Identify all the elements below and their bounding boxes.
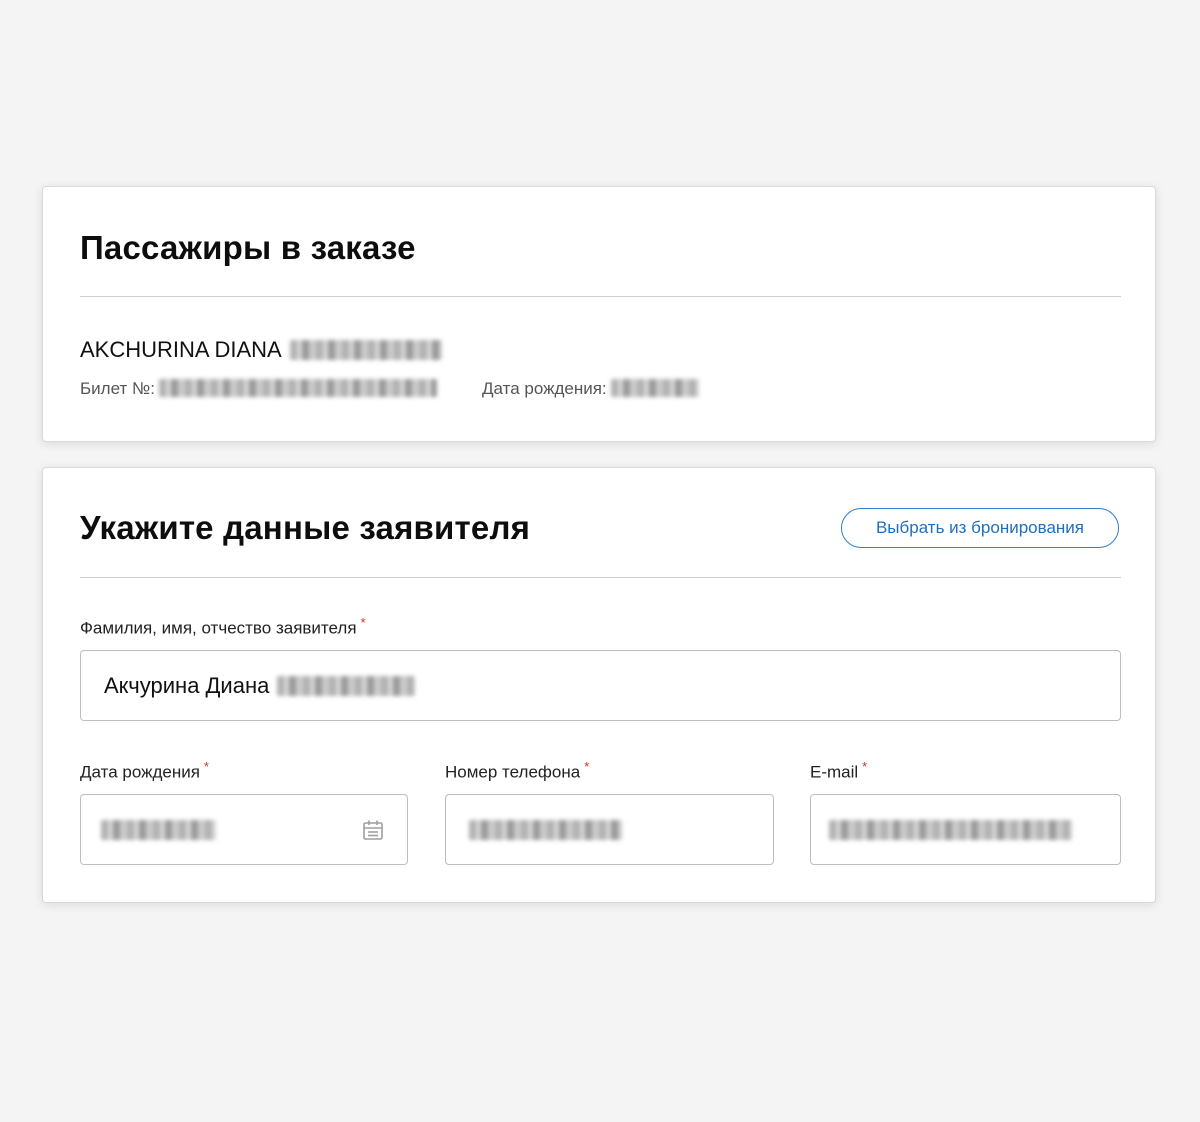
email-label-text: E-mail <box>810 762 859 782</box>
phone-label: Номер телефона * <box>445 759 589 783</box>
birth-date-label-text: Дата рождения <box>80 762 200 782</box>
applicant-title: Укажите данные заявителя <box>80 509 531 546</box>
fio-label-text: Фамилия, имя, отчество заявителя <box>80 618 357 638</box>
calendar-icon[interactable] <box>361 818 385 842</box>
passenger-name: AKCHURINA DIANA <box>80 337 282 362</box>
phone-label-text: Номер телефона <box>445 762 581 782</box>
fio-input-value: Акчурина Диана <box>104 672 270 698</box>
redacted-patronymic <box>277 675 416 696</box>
redacted-birth-date <box>610 379 699 398</box>
email-input[interactable] <box>810 794 1121 865</box>
applicant-card: Укажите данные заявителя Выбрать из брон… <box>42 467 1156 903</box>
redacted-birth-date <box>101 819 216 840</box>
passenger-birth-label: Дата рождения: <box>482 379 607 398</box>
passengers-title: Пассажиры в заказе <box>80 229 416 266</box>
required-mark: * <box>360 615 366 630</box>
redacted-email <box>829 819 1072 840</box>
fio-input[interactable]: Акчурина Диана <box>80 650 1121 721</box>
ticket-info: Билет №: <box>80 379 437 399</box>
required-mark: * <box>862 759 868 774</box>
required-mark: * <box>584 759 590 774</box>
fio-label: Фамилия, имя, отчество заявителя * <box>80 615 366 639</box>
passenger-birth-info: Дата рождения: <box>482 379 699 399</box>
email-label: E-mail * <box>810 759 867 783</box>
redacted-ticket-number <box>158 379 437 398</box>
ticket-label: Билет №: <box>80 379 155 398</box>
passengers-card: Пассажиры в заказе AKCHURINA DIANA Билет… <box>42 186 1156 442</box>
birth-date-input[interactable] <box>80 794 408 865</box>
divider <box>80 296 1121 297</box>
divider <box>80 577 1121 578</box>
birth-date-label: Дата рождения * <box>80 759 209 783</box>
redacted-phone <box>469 819 622 840</box>
choose-from-booking-button[interactable]: Выбрать из бронирования <box>841 508 1119 548</box>
redacted-patronymic <box>289 339 442 360</box>
passenger-name-row: AKCHURINA DIANA <box>80 337 442 363</box>
required-mark: * <box>203 759 209 774</box>
phone-input[interactable] <box>445 794 774 865</box>
